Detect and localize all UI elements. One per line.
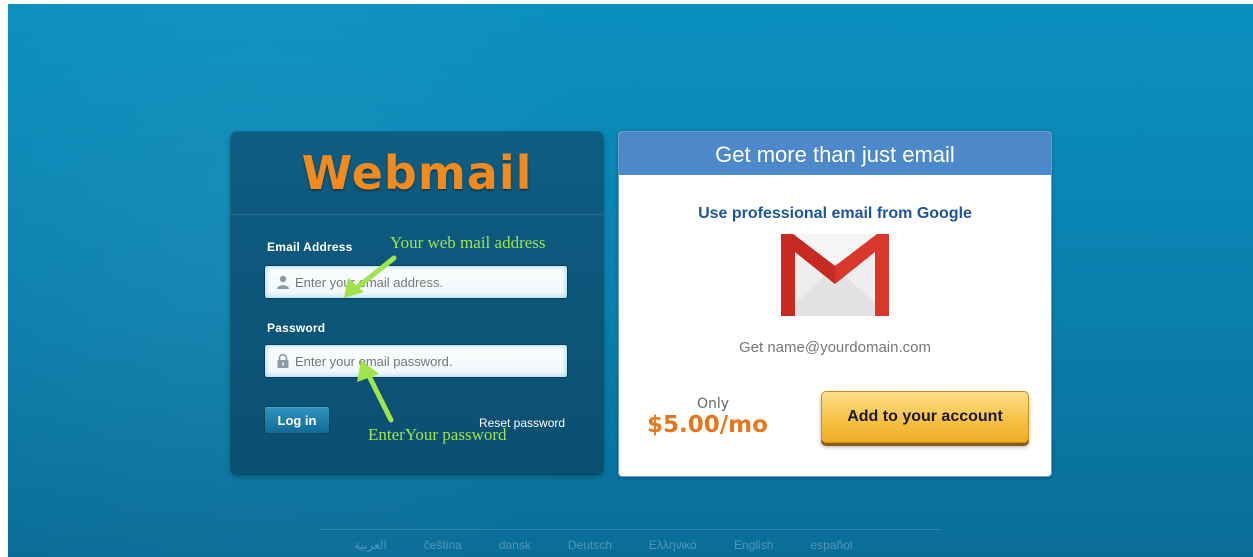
- email-annotation-text: Your web mail address: [390, 233, 546, 252]
- password-annotation-arrow: [357, 360, 394, 423]
- promo-header: Get more than just email: [619, 132, 1051, 175]
- promo-domain-text: Get name@yourdomain.com: [739, 339, 931, 356]
- promo-title: Use professional email from Google: [698, 205, 972, 222]
- price-prefix: Only: [697, 396, 730, 412]
- password-annotation-text: EnterYour password: [368, 425, 507, 444]
- login-button[interactable]: Log in: [264, 406, 330, 434]
- password-field-box[interactable]: [264, 344, 568, 378]
- gmail-logo-icon: [781, 234, 889, 316]
- webmail-logo: Webmail: [301, 146, 533, 200]
- email-input[interactable]: [295, 274, 555, 290]
- login-header: Webmail: [231, 132, 603, 215]
- user-icon: [276, 275, 290, 289]
- language-link[interactable]: Ελληνικά: [649, 538, 697, 554]
- email-annotation-arrow: [344, 255, 397, 298]
- lock-icon: [276, 354, 290, 368]
- login-panel: Webmail Email Address Password: [231, 132, 603, 474]
- password-input[interactable]: [295, 353, 555, 369]
- language-bar: العربية čeština dansk Deutsch Ελληνικά E…: [354, 538, 974, 554]
- promo-panel: Get more than just email Use professiona…: [618, 131, 1052, 477]
- price-value: $5.00/mo: [647, 412, 768, 438]
- email-field-box[interactable]: [264, 265, 568, 299]
- add-to-account-button[interactable]: Add to your account: [821, 391, 1029, 443]
- page-background: Webmail Email Address Password: [8, 4, 1253, 557]
- language-link[interactable]: English: [734, 538, 773, 554]
- language-link[interactable]: العربية: [354, 538, 387, 554]
- language-link[interactable]: dansk: [499, 538, 531, 554]
- language-link[interactable]: español: [810, 538, 852, 554]
- language-link[interactable]: Deutsch: [568, 538, 612, 554]
- footer-divider: [320, 529, 940, 530]
- password-label: Password: [267, 321, 326, 335]
- language-link[interactable]: čeština: [424, 538, 462, 554]
